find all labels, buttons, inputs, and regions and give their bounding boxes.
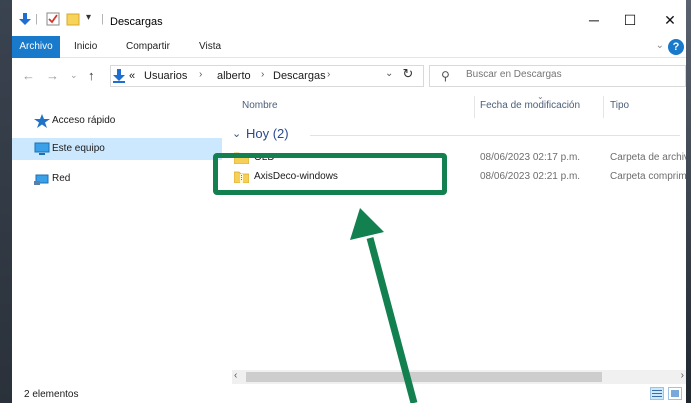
nav-item-label: Red (52, 173, 71, 184)
status-bar: 2 elementos (12, 384, 686, 403)
download-arrow-icon[interactable] (18, 12, 32, 26)
breadcrumb-separator-icon[interactable]: › (327, 69, 330, 80)
breadcrumb-alberto[interactable]: alberto (217, 70, 251, 82)
column-divider[interactable] (603, 96, 604, 118)
up-arrow-icon[interactable]: ↑ (88, 68, 95, 83)
details-view-button[interactable] (650, 387, 664, 400)
refresh-button[interactable]: ↻ (395, 66, 421, 86)
search-box[interactable]: ⚲ (429, 65, 686, 87)
title-bar: | ▾ | Descargas ─ ☐ ✕ (12, 0, 686, 36)
title-separator: | (35, 13, 38, 25)
desktop-background-left (0, 0, 12, 403)
file-type: Carpeta comprimida (610, 171, 686, 182)
help-button[interactable]: ? (668, 39, 684, 55)
file-date: 08/06/2023 02:21 p.m. (480, 171, 581, 182)
star-icon (34, 114, 50, 128)
navigation-pane: Acceso rápido Este equipo Red (12, 92, 222, 380)
group-divider (310, 135, 680, 136)
quick-access-toolbar-chevron-icon[interactable]: ▾ (86, 12, 91, 23)
file-list: Nombre ⌄ Fecha de modificación Tipo ⌄ Ho… (222, 92, 686, 380)
title-separator-2: | (101, 13, 104, 25)
back-arrow-icon[interactable]: ← (22, 68, 35, 83)
new-folder-icon[interactable] (66, 12, 80, 26)
group-collapse-chevron-icon[interactable]: ⌄ (232, 127, 241, 140)
address-history-chevron-icon[interactable]: ⌄ (385, 68, 393, 79)
tab-inicio[interactable]: Inicio (74, 36, 97, 58)
file-type: Carpeta de archivos (610, 152, 686, 163)
computer-icon (34, 142, 50, 155)
search-input[interactable] (466, 69, 676, 80)
scroll-left-arrow-icon[interactable]: ‹ (234, 370, 237, 381)
large-icons-view-icon (671, 390, 679, 397)
forward-arrow-icon[interactable]: → (46, 68, 59, 83)
minimize-button[interactable]: ─ (574, 8, 614, 32)
annotation-highlight-box (213, 153, 447, 195)
nav-item-este-equipo[interactable]: Este equipo (12, 138, 222, 160)
group-header-today[interactable]: ⌄ Hoy (2) (232, 126, 682, 144)
details-view-icon (652, 390, 662, 397)
scroll-right-arrow-icon[interactable]: › (681, 370, 684, 381)
group-label: Hoy (2) (246, 126, 289, 141)
scrollbar-thumb[interactable] (246, 372, 602, 382)
window-title: Descargas (110, 16, 163, 28)
file-explorer-window: | ▾ | Descargas ─ ☐ ✕ Archivo Inicio Com… (12, 0, 686, 403)
file-date: 08/06/2023 02:17 p.m. (480, 152, 581, 163)
maximize-button[interactable]: ☐ (610, 8, 650, 32)
large-icons-view-button[interactable] (668, 387, 682, 400)
horizontal-scrollbar[interactable]: ‹ › (232, 370, 686, 384)
column-header-type[interactable]: Tipo (610, 100, 629, 111)
expand-ribbon-chevron-icon[interactable]: ⌄ (656, 40, 664, 51)
column-header-name[interactable]: Nombre (242, 100, 278, 111)
column-header-date[interactable]: Fecha de modificación (480, 100, 580, 111)
properties-icon[interactable] (46, 12, 60, 26)
navigation-bar: ← → ⌄ ↑ « Usuarios › alberto › Descargas… (12, 62, 686, 90)
tab-compartir[interactable]: Compartir (126, 36, 170, 58)
breadcrumb-usuarios[interactable]: Usuarios (144, 70, 187, 82)
downloads-folder-icon (113, 69, 125, 83)
tab-vista[interactable]: Vista (199, 36, 221, 58)
nav-item-label: Acceso rápido (52, 115, 116, 126)
column-divider[interactable] (474, 96, 475, 118)
refresh-icon: ↻ (402, 66, 414, 81)
ribbon-tabs: Archivo Inicio Compartir Vista ⌄ ? (12, 36, 686, 58)
nav-item-red[interactable]: Red (12, 168, 222, 190)
close-button[interactable]: ✕ (650, 8, 686, 32)
nav-item-label: Este equipo (52, 143, 105, 154)
address-bar[interactable]: « Usuarios › alberto › Descargas › ⌄ (110, 65, 424, 87)
address-overflow[interactable]: « (129, 70, 135, 82)
item-count: 2 elementos (24, 389, 79, 400)
desktop-background-right (686, 0, 691, 403)
breadcrumb-separator-icon[interactable]: › (261, 69, 264, 80)
tab-archivo[interactable]: Archivo (12, 36, 60, 58)
breadcrumb-separator-icon[interactable]: › (199, 69, 202, 80)
network-icon (34, 174, 49, 185)
search-icon: ⚲ (441, 69, 450, 83)
nav-item-acceso-rapido[interactable]: Acceso rápido (12, 110, 222, 132)
breadcrumb-descargas[interactable]: Descargas (273, 70, 326, 82)
recent-locations-chevron-icon[interactable]: ⌄ (70, 70, 78, 81)
